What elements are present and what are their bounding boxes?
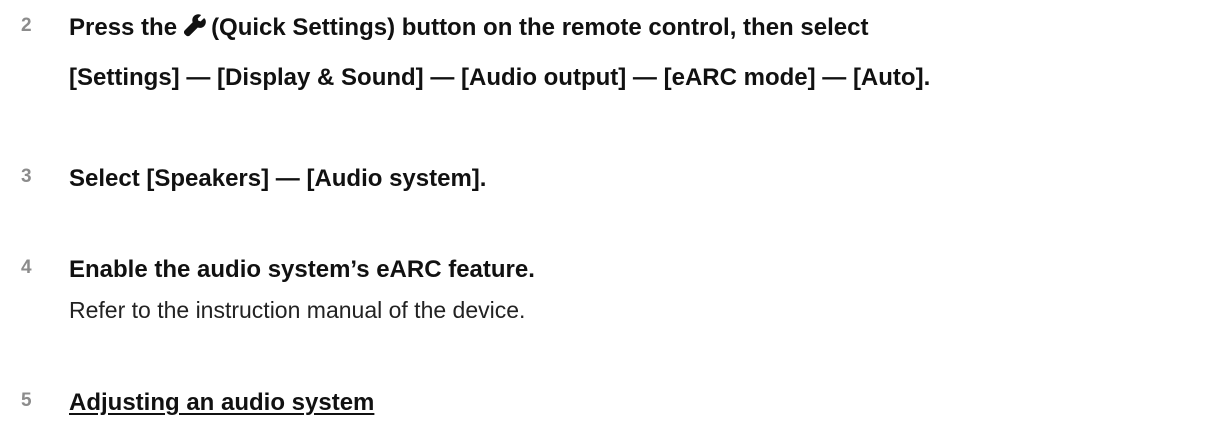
step-number: 5 (21, 390, 32, 411)
step-title-line-1: Enable the audio system’s eARC feature. (69, 256, 535, 283)
step-title: Enable the audio system’s eARC feature. (69, 245, 1215, 295)
step-body: Enable the audio system’s eARC feature. … (69, 245, 1215, 324)
step-title-line-1: Adjusting an audio system (69, 378, 1215, 428)
step-number: 4 (21, 257, 32, 278)
step-description: Refer to the instruction manual of the d… (69, 297, 526, 323)
step-number: 2 (21, 15, 32, 36)
step-title-line-1: Press the (Quick Settings) button on the … (69, 3, 1215, 53)
wrench-icon (183, 6, 207, 37)
step-body: Select [Speakers] — [Audio system]. (69, 154, 1215, 204)
step-number: 3 (21, 166, 32, 187)
step-title: Adjusting an audio system (69, 378, 1215, 428)
step-title-text-continued: (Quick Settings) button on the remote co… (211, 14, 869, 41)
step-title: Select [Speakers] — [Audio system]. (69, 154, 1215, 204)
adjusting-audio-system-link[interactable]: Adjusting an audio system (69, 389, 374, 416)
step-body: Press the (Quick Settings) button on the … (69, 3, 1215, 103)
step-body: Adjusting an audio system (69, 378, 1215, 428)
step-title-line-2: [Settings] — [Display & Sound] — [Audio … (69, 64, 931, 91)
step-title-text: Press the (69, 14, 178, 41)
step-title-line-1: Select [Speakers] — [Audio system]. (69, 165, 487, 192)
step-title: Press the (Quick Settings) button on the … (69, 3, 1215, 103)
